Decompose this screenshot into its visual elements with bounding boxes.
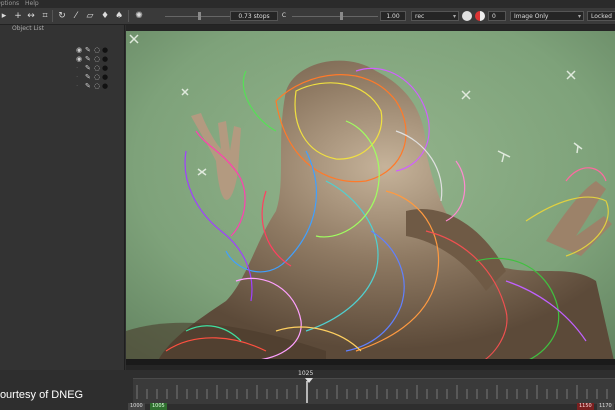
playhead-marker[interactable]	[305, 378, 313, 383]
white-circle-icon[interactable]	[462, 11, 472, 21]
pointer-icon[interactable]: ▸	[0, 10, 10, 22]
object-row[interactable]: ◉ ✎ ◌ ●	[76, 55, 112, 63]
lock-icon[interactable]: ◌	[94, 55, 100, 63]
out-frame-field[interactable]: 1150	[577, 403, 594, 410]
timeline-ruler[interactable]	[133, 378, 615, 404]
menu-options[interactable]: Options	[0, 0, 19, 8]
gamma-slider-knob[interactable]	[340, 12, 343, 20]
gamma-label: C	[281, 12, 287, 19]
color-swatch-icon[interactable]: ●	[102, 73, 108, 81]
toolbar-separator	[52, 10, 53, 22]
lock-icon[interactable]: ◌	[94, 46, 100, 54]
transform-box-icon[interactable]: ⌗	[39, 10, 51, 22]
ruler-ticks	[136, 381, 608, 403]
object-row[interactable]: · ✎ ◌ ●	[76, 82, 112, 90]
plate-image	[126, 31, 615, 365]
object-row[interactable]: · ✎ ◌ ●	[76, 64, 112, 72]
object-row[interactable]: · ✎ ◌ ●	[76, 73, 112, 81]
lock-dropdown[interactable]: Locked	[587, 11, 615, 21]
eye-icon[interactable]: ·	[76, 73, 78, 81]
out-frame-field-2[interactable]: 1170	[597, 403, 614, 410]
exposure-slider-knob[interactable]	[198, 12, 201, 20]
channel-toggle-icon[interactable]	[475, 11, 485, 21]
move-icon[interactable]: ↔	[25, 10, 37, 22]
object-row[interactable]: ◉ ✎ ◌ ●	[76, 46, 112, 54]
eye-icon[interactable]: ·	[76, 64, 78, 72]
colorspace-dropdown[interactable]: rec	[411, 11, 459, 21]
add-point-icon[interactable]: +	[12, 10, 24, 22]
panel-title: Object List	[12, 25, 44, 32]
color-swatch-icon[interactable]: ●	[102, 82, 108, 90]
brush-icon[interactable]: ✎	[85, 82, 91, 90]
brush-icon[interactable]: ♠	[113, 10, 125, 22]
object-list-panel: Object List ◉ ✎ ◌ ● ◉ ✎ ◌ ● · ✎ ◌ ● · ✎ …	[0, 25, 125, 370]
toolbar: ▸ + ↔ ⌗ ↻ ⁄ ▱ ♦ ♠ ✺ 0.73 stops C 1.00 re…	[0, 8, 615, 25]
lock-icon[interactable]: ◌	[94, 73, 100, 81]
exposure-field[interactable]: 0.73 stops	[230, 11, 278, 21]
menu-help[interactable]: Help	[25, 0, 39, 8]
credit-caption: Courtesy of DNEG	[0, 389, 84, 401]
color-swatch-icon[interactable]: ●	[102, 64, 108, 72]
exposure-icon[interactable]: ✺	[133, 10, 145, 22]
gamma-slider[interactable]	[292, 16, 378, 17]
brush-icon[interactable]: ✎	[85, 55, 91, 63]
playhead-frame-label: 1025	[298, 370, 314, 377]
pin-icon[interactable]: ♦	[99, 10, 111, 22]
eye-icon[interactable]: ◉	[76, 46, 82, 54]
eye-icon[interactable]: ·	[76, 82, 78, 90]
viewer[interactable]	[126, 25, 615, 370]
gamma-field[interactable]: 1.00	[380, 11, 406, 21]
frame-field[interactable]: 0	[488, 11, 506, 21]
crop-icon[interactable]: ▱	[84, 10, 96, 22]
view-mode-dropdown[interactable]: Image Only	[510, 11, 584, 21]
in-frame-field-2[interactable]: 1005	[150, 403, 167, 410]
menu-bar: Options Help	[0, 0, 615, 8]
brush-icon[interactable]: ✎	[85, 46, 91, 54]
color-swatch-icon[interactable]: ●	[102, 46, 108, 54]
brush-icon[interactable]: ✎	[85, 64, 91, 72]
lock-icon[interactable]: ◌	[94, 82, 100, 90]
in-frame-field[interactable]: 1000	[128, 403, 145, 410]
eye-icon[interactable]: ◉	[76, 55, 82, 63]
lock-icon[interactable]: ◌	[94, 64, 100, 72]
rotate-icon[interactable]: ↻	[56, 10, 68, 22]
brush-icon[interactable]: ✎	[85, 73, 91, 81]
color-swatch-icon[interactable]: ●	[102, 55, 108, 63]
toolbar-separator	[128, 10, 129, 22]
stroke-icon[interactable]: ⁄	[70, 10, 82, 22]
